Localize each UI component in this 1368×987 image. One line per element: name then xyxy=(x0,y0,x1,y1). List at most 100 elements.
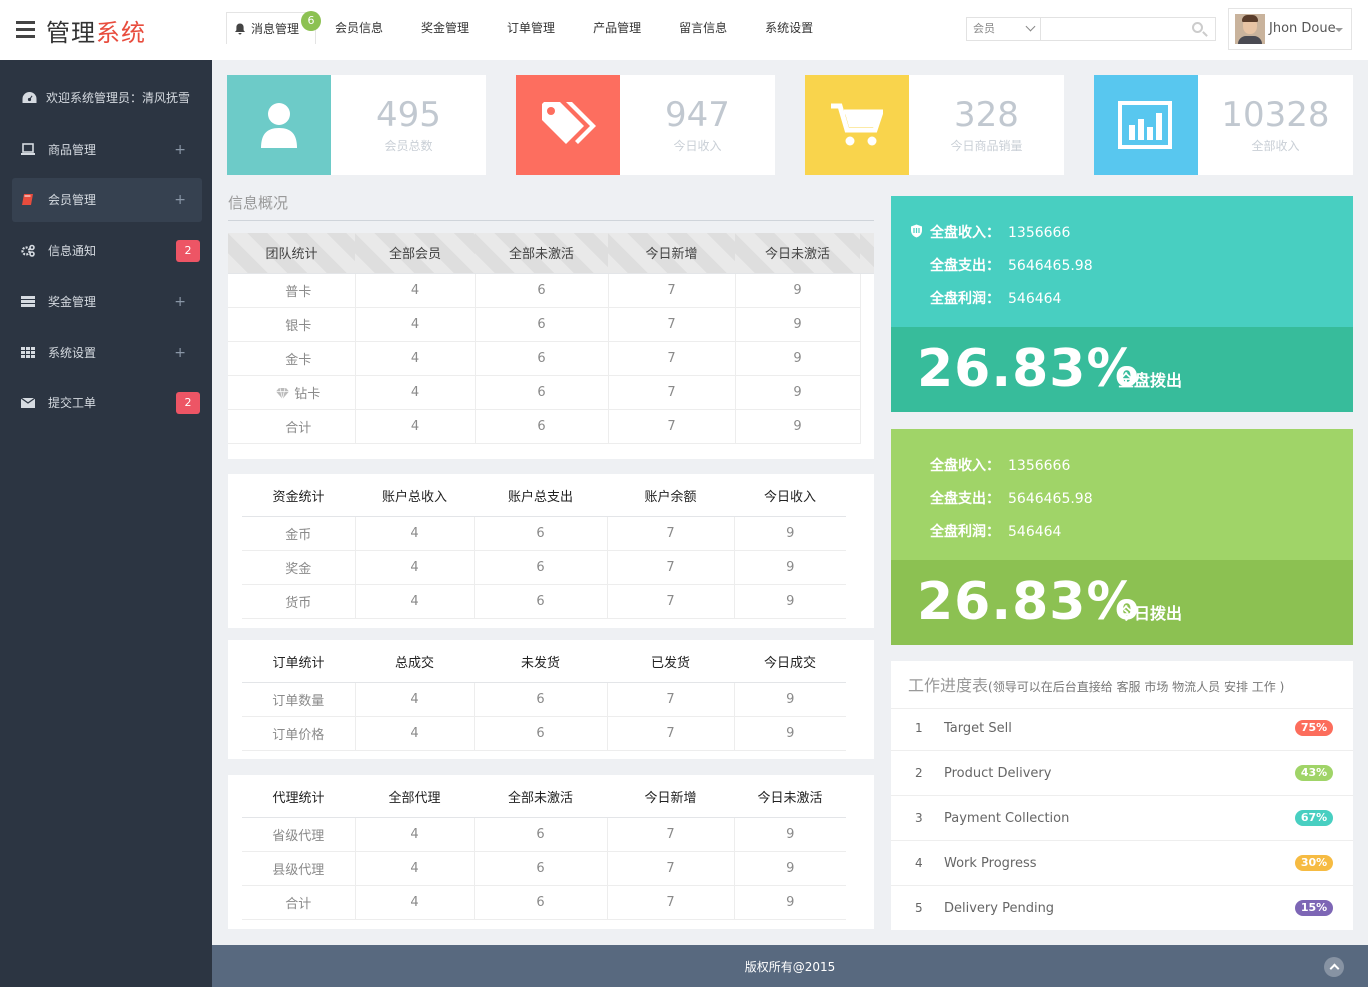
table-cell: 7 xyxy=(607,682,735,717)
table-header: 团队统计 xyxy=(228,233,355,274)
search-input[interactable] xyxy=(1043,19,1183,39)
list-item[interactable]: 1 Target Sell 75% xyxy=(891,706,1353,751)
list-item[interactable]: 3 Payment Collection 67% xyxy=(891,796,1353,841)
table-row: 货币 4 6 7 9 xyxy=(242,584,846,619)
table-cell-empty xyxy=(860,375,874,409)
sidebar-item-settings[interactable]: 系统设置 + xyxy=(12,331,202,375)
app-logo[interactable]: 管理系统 xyxy=(46,13,146,48)
table-cell: 6 xyxy=(474,716,608,751)
sidebar-item-tickets[interactable]: 提交工单 2 xyxy=(12,381,202,425)
stat-icon-box xyxy=(516,75,620,175)
bell-icon xyxy=(235,23,245,35)
table-cell: 7 xyxy=(607,851,735,886)
table-header: 账户余额 xyxy=(607,476,734,517)
table-cell: 9 xyxy=(734,682,846,717)
stat-card-today-income[interactable]: 947 今日收入 xyxy=(516,75,775,175)
menu-toggle-icon[interactable] xyxy=(16,21,35,38)
table-header: 今日未激活 xyxy=(735,233,860,274)
item-task: Target Sell xyxy=(944,721,1012,736)
envelope-icon xyxy=(21,397,35,408)
table-cell: 合计 xyxy=(228,409,356,444)
nav-product-management[interactable]: 产品管理 xyxy=(574,12,660,44)
sidebar-item-bonus[interactable]: 奖金管理 + xyxy=(12,280,202,324)
team-stats-table: 团队统计 全部会员 全部未激活 今日新增 今日未激活 普卡 4 6 7 9 银卡 4 6 7 9… xyxy=(228,233,874,444)
stat-card-sales[interactable]: 328 今日商品销量 xyxy=(805,75,1064,175)
table-cell-empty xyxy=(860,307,874,341)
nav-order-management[interactable]: 订单管理 xyxy=(488,12,574,44)
scroll-top-icon[interactable] xyxy=(1324,957,1344,977)
user-menu[interactable]: Jhon Doue xyxy=(1228,8,1352,50)
table-cell: 9 xyxy=(735,375,861,410)
work-progress-header: 工作进度表(领导可以在后台直接给 客服 市场 物流人员 安排 工作 ) xyxy=(891,661,1353,709)
item-number: 3 xyxy=(915,811,923,825)
nav-messages[interactable]: 消息管理 6 xyxy=(226,11,322,44)
stat-card-total-income[interactable]: 10328 全部收入 xyxy=(1094,75,1353,175)
list-item[interactable]: 2 Product Delivery 43% xyxy=(891,751,1353,796)
table-cell: 4 xyxy=(355,550,475,585)
stat-label: 全部收入 xyxy=(1251,139,1300,153)
sidebar-item-members[interactable]: 会员管理 + xyxy=(12,178,202,222)
table-cell: 7 xyxy=(607,716,735,751)
nav-bonus-management[interactable]: 奖金管理 xyxy=(402,12,488,44)
table-cell: 银卡 xyxy=(228,307,356,342)
table-cell: 7 xyxy=(607,584,735,619)
progress-badge: 67% xyxy=(1295,810,1333,826)
sidebar-item-label: 会员管理 xyxy=(48,193,97,207)
stat-value: 495 xyxy=(376,95,441,135)
table-row: 订单价格 4 6 7 9 xyxy=(242,716,846,751)
table-cell: 4 xyxy=(355,409,476,444)
funds-stats-panel: 资金统计 账户总收入 账户总支出 账户余额 今日收入 金币 4 6 7 9 奖金 4 6 7 9… xyxy=(228,474,874,628)
payout-label: 全盘拨出 xyxy=(1118,371,1183,390)
table-cell: 6 xyxy=(474,851,608,886)
table-row: 金币 4 6 7 9 xyxy=(242,516,846,551)
profit-label: 全盘利润： xyxy=(930,524,1000,540)
list-item[interactable]: 5 Delivery Pending 15% xyxy=(891,886,1353,931)
sidebar-item-label: 商品管理 xyxy=(48,143,97,157)
table-row: 合计 4 6 7 9 xyxy=(228,409,874,444)
sidebar-item-notifications[interactable]: 信息通知 2 xyxy=(12,229,202,273)
search-icon[interactable] xyxy=(1192,22,1203,33)
app-title-accent: 系统 xyxy=(96,19,146,47)
table-cell: 4 xyxy=(355,851,475,886)
table-cell-empty xyxy=(860,341,874,375)
orders-stats-panel: 订单统计 总成交 未发货 已发货 今日成交 订单数量 4 6 7 9 订单价格 4 6 7 9 xyxy=(228,640,874,759)
footer: 版权所有@2015 xyxy=(212,945,1368,987)
nav-messages-board[interactable]: 留言信息 xyxy=(660,12,746,44)
table-cell: 6 xyxy=(474,550,608,585)
table-cell: 7 xyxy=(607,516,735,551)
search-category-select[interactable]: 会员 xyxy=(967,18,1041,40)
item-task: Payment Collection xyxy=(944,811,1070,826)
expand-icon: + xyxy=(174,142,186,158)
table-cell: 7 xyxy=(608,273,736,308)
table-cell: 7 xyxy=(607,550,735,585)
stat-card-members[interactable]: 495 会员总数 xyxy=(227,75,486,175)
expand-icon: + xyxy=(174,192,186,208)
nav-member-info[interactable]: 会员信息 xyxy=(316,12,402,44)
table-header: 未发货 xyxy=(474,642,607,683)
top-bar: 管理系统 消息管理 6 会员信息 奖金管理 订单管理 产品管理 留言信息 系统设… xyxy=(0,0,1368,60)
table-header: 今日未激活 xyxy=(734,777,846,818)
item-number: 1 xyxy=(915,721,923,735)
nav-system-settings[interactable]: 系统设置 xyxy=(746,12,832,44)
item-task: Product Delivery xyxy=(944,766,1052,781)
agents-stats-panel: 代理统计 全部代理 全部未激活 今日新增 今日未激活 省级代理 4 6 7 9 县级代理… xyxy=(228,775,874,929)
table-cell: 9 xyxy=(734,550,846,585)
expense-label: 全盘支出： xyxy=(930,258,1000,274)
table-cell: 4 xyxy=(355,307,476,342)
table-cell: 9 xyxy=(734,516,846,551)
laptop-icon xyxy=(21,143,35,155)
table-cell: 6 xyxy=(474,817,608,852)
expand-icon: + xyxy=(174,345,186,361)
table-cell: 订单数量 xyxy=(242,682,356,717)
item-number: 5 xyxy=(915,901,923,915)
section-title: 信息概况 xyxy=(228,192,874,221)
user-name: Jhon Doue xyxy=(1269,21,1336,36)
tags-icon xyxy=(542,102,596,144)
sidebar-item-products[interactable]: 商品管理 + xyxy=(12,128,202,172)
income-line: 全盘收入： 1356666 xyxy=(930,222,1070,242)
dashboard-icon xyxy=(22,92,37,103)
notification-badge: 2 xyxy=(176,240,200,262)
revenue-panel-total: 全盘收入： 1356666 全盘支出： 5646465.98 全盘利润： 546464… xyxy=(891,196,1353,412)
list-item[interactable]: 4 Work Progress 30% xyxy=(891,841,1353,886)
table-header: 账户总收入 xyxy=(355,476,474,517)
